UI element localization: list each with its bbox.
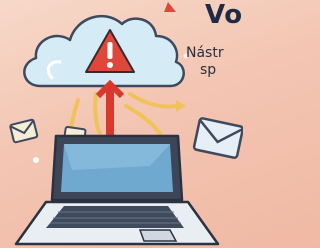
alert-marker-icon bbox=[164, 2, 176, 12]
sparkle-icon bbox=[33, 157, 39, 163]
email-cloud-error-illustration bbox=[9, 2, 243, 246]
arrow-head-right-icon bbox=[176, 100, 186, 112]
envelope-small-left-icon bbox=[9, 118, 39, 144]
laptop-icon bbox=[14, 134, 220, 246]
subtitle-line-2: sp bbox=[200, 62, 217, 78]
envelope-large-right-icon bbox=[192, 117, 243, 159]
page-title: Vo bbox=[205, 0, 243, 30]
page-subtitle: Nástr sp bbox=[186, 45, 243, 79]
subtitle-line-1: Nástr bbox=[186, 45, 224, 61]
sync-arrows bbox=[68, 92, 178, 136]
